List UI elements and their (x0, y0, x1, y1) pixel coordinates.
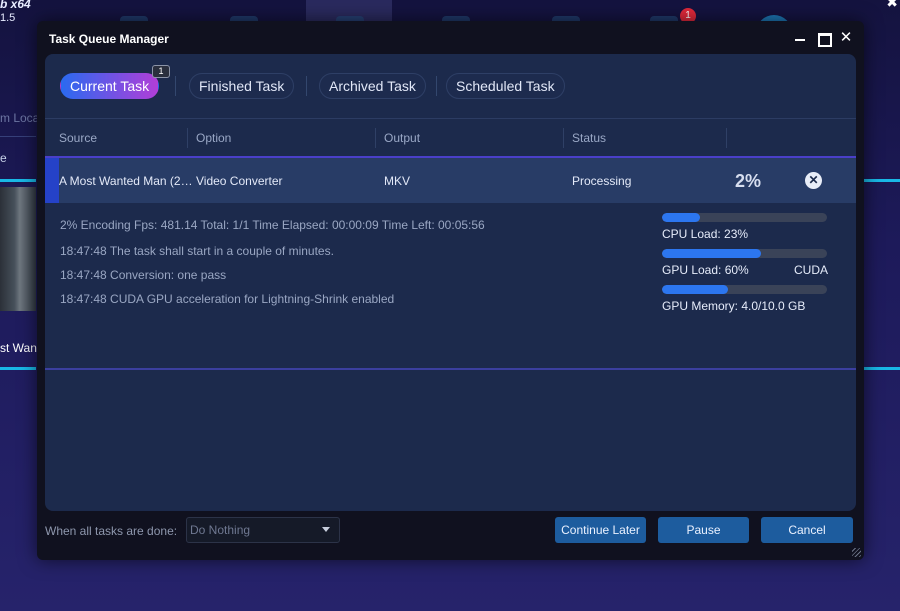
gpu-memory-fill (662, 285, 728, 294)
dialog-title: Task Queue Manager (49, 32, 169, 46)
maximize-icon[interactable] (814, 29, 832, 47)
tab-label: Archived Task (329, 78, 416, 94)
gpu-load-label: GPU Load: 60% (662, 263, 749, 277)
when-done-value: Do Nothing (190, 523, 251, 537)
when-done-label: When all tasks are done: (45, 524, 178, 538)
tab-current-task[interactable]: Current Task (60, 73, 160, 99)
gpu-memory-bar (662, 285, 827, 294)
resize-grip-icon[interactable] (852, 548, 861, 557)
log-line: 18:47:48 The task shall start in a coupl… (60, 244, 334, 258)
task-source: A Most Wanted Man (2… (59, 174, 193, 188)
task-progress-percent: 2% (735, 171, 762, 191)
close-icon[interactable]: ✕ (837, 29, 855, 47)
row-selection-marker (45, 158, 59, 203)
column-output[interactable]: Output (384, 131, 420, 145)
background-app-version: 1.5 (0, 12, 16, 24)
background-app-title: b x64 (0, 0, 31, 11)
cpu-load-label: CPU Load: 23% (662, 227, 749, 241)
when-done-select[interactable]: Do Nothing (186, 517, 340, 543)
background-accent-line (864, 367, 900, 370)
tab-finished-task[interactable]: Finished Task (189, 73, 295, 99)
gpu-load-bar (662, 249, 827, 258)
log-line: 2% Encoding Fps: 481.14 Total: 1/1 Time … (60, 218, 485, 232)
continue-later-button[interactable]: Continue Later (555, 517, 646, 543)
column-separator (375, 128, 376, 148)
app-close-icon[interactable]: ✖ (886, 0, 898, 11)
log-line: 18:47:48 CUDA GPU acceleration for Light… (60, 292, 395, 306)
column-separator (563, 128, 564, 148)
remove-task-icon[interactable]: ✕ (805, 172, 822, 189)
pause-button[interactable]: Pause (658, 517, 749, 543)
tab-separator (175, 76, 176, 96)
task-status: Processing (572, 174, 632, 188)
cancel-button[interactable]: Cancel (761, 517, 853, 543)
video-thumbnail-title: st Want (0, 341, 41, 355)
minimize-icon[interactable] (791, 29, 809, 47)
background-accent-line (0, 179, 36, 182)
background-accent-line (864, 179, 900, 182)
column-separator (726, 128, 727, 148)
video-thumbnail[interactable] (0, 187, 36, 311)
tab-archived-task[interactable]: Archived Task (319, 73, 426, 99)
background-accent-line (0, 367, 36, 370)
gpu-memory-meter: GPU Memory: 4.0/10.0 GB (662, 285, 827, 313)
log-line: 18:47:48 Conversion: one pass (60, 268, 227, 282)
tab-label: Current Task (70, 78, 150, 94)
background-side-text: e (0, 151, 7, 165)
gpu-memory-label: GPU Memory: 4.0/10.0 GB (662, 299, 806, 313)
column-option[interactable]: Option (196, 131, 231, 145)
gpu-load-meter: GPU Load: 60% CUDA (662, 249, 828, 277)
task-output: MKV (384, 174, 411, 188)
header-divider (45, 118, 856, 119)
chevron-down-icon (322, 527, 330, 532)
task-panel: Current Task 1 Finished Task Archived Ta… (45, 54, 856, 511)
background-divider (0, 136, 36, 137)
tab-label: Scheduled Task (456, 78, 555, 94)
column-status[interactable]: Status (572, 131, 606, 145)
column-source[interactable]: Source (59, 131, 97, 145)
tab-label: Finished Task (199, 78, 285, 94)
tab-separator (436, 76, 437, 96)
column-separator (187, 128, 188, 148)
background-location-label: m Loca (0, 111, 40, 125)
task-option: Video Converter (196, 174, 283, 188)
details-divider (45, 368, 856, 370)
cpu-load-fill (662, 213, 700, 222)
tab-separator (306, 76, 307, 96)
cpu-load-meter: CPU Load: 23% (662, 213, 827, 241)
table-row[interactable]: A Most Wanted Man (2… Video Converter MK… (45, 156, 856, 203)
task-table-header: Source Option Output Status (45, 120, 856, 156)
gpu-type-label: CUDA (794, 263, 829, 277)
gpu-load-fill (662, 249, 761, 258)
tab-scheduled-task[interactable]: Scheduled Task (446, 73, 565, 99)
current-task-count-badge: 1 (152, 65, 170, 78)
task-queue-dialog: Task Queue Manager ✕ Current Task 1 Fini… (37, 21, 864, 560)
cpu-load-bar (662, 213, 827, 222)
